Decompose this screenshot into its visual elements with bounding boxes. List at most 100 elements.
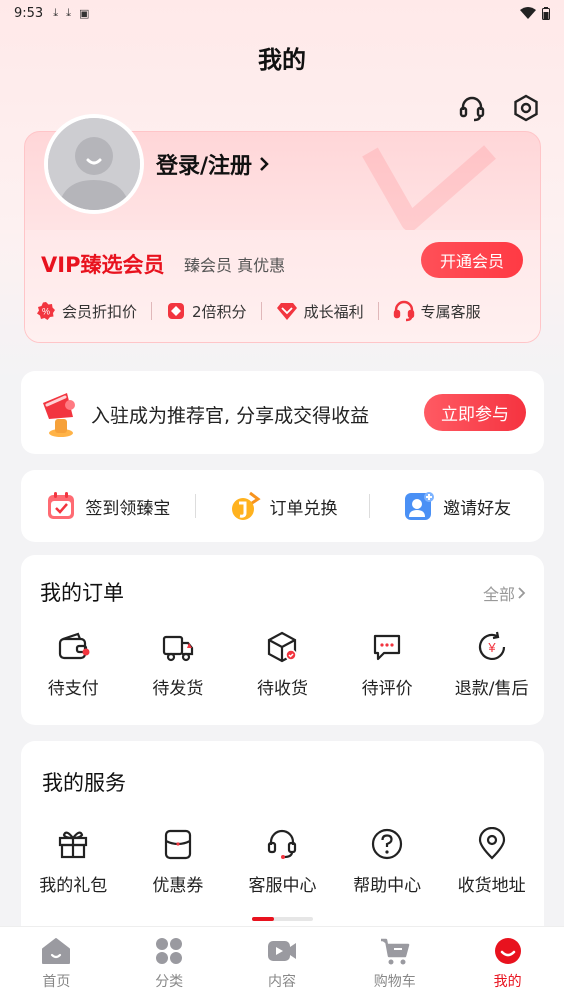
settings-button[interactable] xyxy=(510,92,542,124)
location-icon xyxy=(478,827,505,860)
home-icon xyxy=(42,938,71,964)
wifi-icon xyxy=(520,7,536,19)
order-status-label: 待评价 xyxy=(361,679,413,699)
service-label: 帮助中心 xyxy=(353,876,422,896)
discount-badge-icon: % xyxy=(37,302,55,320)
perk-label: 专属客服 xyxy=(420,302,481,321)
join-now-button[interactable]: 立即参与 xyxy=(424,394,526,431)
quick-action-label: 邀请好友 xyxy=(443,498,512,519)
customer-service-button[interactable] xyxy=(456,92,488,124)
tab-profile[interactable]: 我的 xyxy=(451,927,564,1004)
perk-divider xyxy=(377,302,379,320)
tab-cart[interactable]: 购物车 xyxy=(338,927,451,1004)
brand-watermark xyxy=(362,145,496,231)
perk-divider xyxy=(260,302,262,320)
services-scroll-indicator xyxy=(252,917,313,921)
service-label: 优惠券 xyxy=(152,876,204,896)
diamond-icon xyxy=(276,303,297,320)
service-shipping-address[interactable]: 收货地址 xyxy=(439,827,544,896)
tab-content[interactable]: 内容 xyxy=(226,927,339,1004)
headset-icon xyxy=(393,300,414,322)
my-services-card: 我的服务 我的礼包 优惠券 客服中心 帮助中心 收货地址 xyxy=(21,741,544,941)
order-status-row: 待支付 待发货 待收货 待评价 ¥ 退款/售后 xyxy=(21,630,544,699)
category-icon xyxy=(156,938,183,964)
calendar-check-icon xyxy=(48,492,75,519)
download-icon: ⤓ xyxy=(66,6,71,19)
services-row: 我的礼包 优惠券 客服中心 帮助中心 收货地址 xyxy=(21,827,544,896)
perk-exclusive-service[interactable]: 专属客服 xyxy=(393,300,481,322)
page-title: 我的 xyxy=(258,46,306,74)
service-customer-center[interactable]: 客服中心 xyxy=(230,827,335,896)
default-avatar-icon xyxy=(48,118,140,210)
app-notification-icon: ▣ xyxy=(78,6,90,20)
avatar[interactable] xyxy=(44,114,144,214)
svg-text:¥: ¥ xyxy=(487,640,496,655)
order-refund-aftersale[interactable]: ¥ 退款/售后 xyxy=(439,630,544,699)
add-friend-icon xyxy=(405,492,435,520)
login-label: 登录/注册 xyxy=(156,154,253,179)
login-register-link[interactable]: 登录/注册 xyxy=(156,148,270,180)
tab-label: 购物车 xyxy=(373,974,416,990)
perk-growth-benefits[interactable]: 成长福利 xyxy=(276,301,364,322)
profile-icon xyxy=(494,938,521,964)
orders-title: 我的订单 xyxy=(40,581,124,605)
all-orders-label: 全部 xyxy=(482,585,515,604)
cart-icon xyxy=(380,938,410,965)
vip-title: VIP臻选会员 xyxy=(41,253,165,277)
megaphone-icon xyxy=(43,393,75,437)
perk-double-points[interactable]: 2倍积分 xyxy=(166,301,247,322)
quick-action-label: 订单兑换 xyxy=(269,498,338,519)
battery-icon xyxy=(542,6,550,20)
chevron-right-icon xyxy=(518,587,526,599)
service-help-center[interactable]: 帮助中心 xyxy=(335,827,440,896)
order-status-label: 待发货 xyxy=(152,679,204,699)
vip-subtitle: 臻会员 真优惠 xyxy=(184,256,286,275)
my-orders-card: 我的订单 全部 待支付 待发货 待收货 待评价 ¥ 退款/售后 xyxy=(21,555,544,725)
perk-label: 成长福利 xyxy=(303,302,364,321)
all-orders-link[interactable]: 全部 xyxy=(483,581,526,605)
open-membership-button[interactable]: 开通会员 xyxy=(421,242,523,278)
order-pending-receipt[interactable]: 待收货 xyxy=(230,630,335,699)
checkin-reward-button[interactable]: 签到领臻宝 xyxy=(21,490,195,522)
invite-friends-button[interactable]: 邀请好友 xyxy=(370,490,544,522)
service-label: 客服中心 xyxy=(248,876,317,896)
tab-label: 我的 xyxy=(493,974,522,990)
quick-action-label: 签到领臻宝 xyxy=(85,498,171,519)
service-coupons[interactable]: 优惠券 xyxy=(126,827,231,896)
order-pending-review[interactable]: 待评价 xyxy=(335,630,440,699)
service-label: 我的礼包 xyxy=(39,876,108,896)
order-pending-payment[interactable]: 待支付 xyxy=(21,630,126,699)
tab-label: 首页 xyxy=(42,974,71,990)
perk-label: 2倍积分 xyxy=(192,302,247,321)
package-icon xyxy=(268,631,298,663)
video-icon xyxy=(267,941,296,961)
status-bar: 9:53 ⤓ ⤓ ▣ xyxy=(0,0,564,26)
tab-label: 内容 xyxy=(267,974,296,990)
order-pending-shipment[interactable]: 待发货 xyxy=(126,630,231,699)
order-exchange-button[interactable]: 订单兑换 xyxy=(196,489,370,523)
member-perks: % 会员折扣价 2倍积分 成长福利 专属客服 xyxy=(36,298,528,324)
headset-icon xyxy=(459,96,485,122)
order-status-label: 退款/售后 xyxy=(454,679,529,699)
quick-actions-card: 签到领臻宝 订单兑换 邀请好友 xyxy=(21,470,544,542)
service-label: 收货地址 xyxy=(457,876,526,896)
perk-member-discount[interactable]: % 会员折扣价 xyxy=(36,301,137,322)
perk-label: 会员折扣价 xyxy=(62,302,138,321)
svg-text:%: % xyxy=(42,307,50,317)
gift-icon xyxy=(59,831,88,859)
tab-label: 分类 xyxy=(155,974,184,990)
order-status-label: 待收货 xyxy=(256,679,308,699)
exchange-icon xyxy=(231,491,261,520)
service-my-gifts[interactable]: 我的礼包 xyxy=(21,827,126,896)
referral-promo-card: 入驻成为推荐官, 分享成交得收益 立即参与 xyxy=(21,371,544,454)
truck-icon xyxy=(162,635,193,662)
wallet-icon xyxy=(59,632,90,660)
comment-icon xyxy=(373,634,401,661)
help-icon xyxy=(371,828,403,860)
points-icon xyxy=(168,303,185,319)
download-icon: ⤓ xyxy=(53,6,59,19)
header-actions xyxy=(456,92,542,124)
coupon-icon xyxy=(164,829,191,860)
tab-home[interactable]: 首页 xyxy=(0,927,113,1004)
tab-category[interactable]: 分类 xyxy=(113,927,226,1004)
